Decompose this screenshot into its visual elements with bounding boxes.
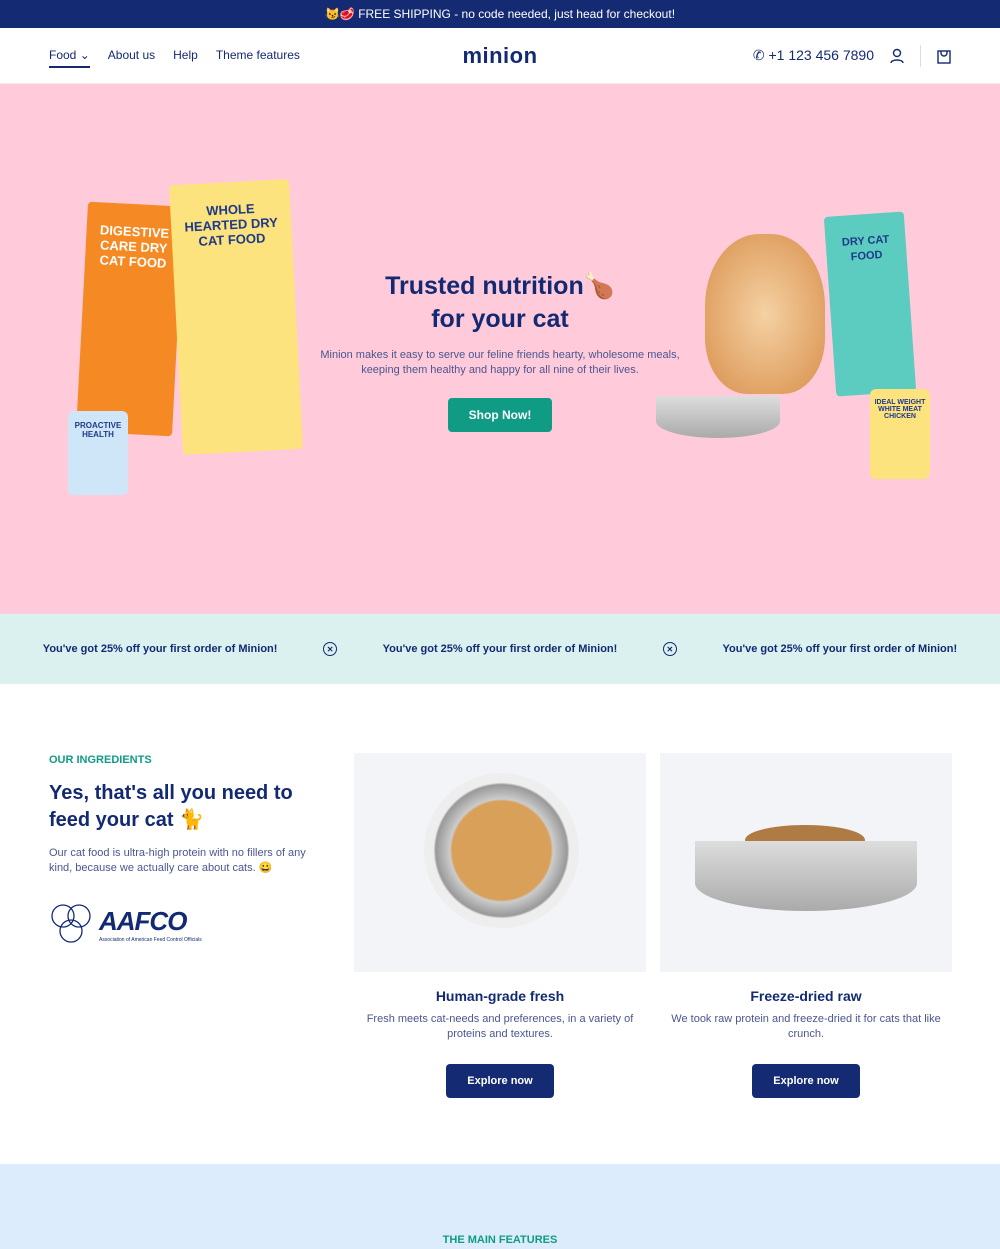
announcement-bar: 😼🥩 FREE SHIPPING - no code needed, just … [0, 0, 1000, 28]
aafco-logo: AAFCO Association of American Feed Contro… [49, 902, 329, 946]
main-nav: Food ⌄ About us Help Theme features [49, 44, 300, 68]
hero-title: Trusted nutrition🍗 for your cat [385, 272, 615, 333]
ingredient-card: Freeze-dried raw We took raw protein and… [660, 753, 952, 1098]
announcement-emoji: 😼🥩 [324, 7, 355, 21]
promo-text: You've got 25% off your first order of M… [722, 643, 958, 655]
phone-link[interactable]: ✆ +1 123 456 7890 [753, 47, 874, 64]
card-title: Human-grade fresh [435, 988, 565, 1004]
card-title: Freeze-dried raw [750, 988, 862, 1004]
divider [920, 44, 921, 67]
nav-help[interactable]: Help [173, 44, 198, 68]
hero-banner: DIGESTIVE CARE DRY CAT FOOD WHOLE HEARTE… [0, 84, 1000, 614]
promo-text: You've got 25% off your first order of M… [42, 643, 278, 655]
site-header: Food ⌄ About us Help Theme features mini… [0, 28, 1000, 84]
features-section: THE MAIN FEATURES [0, 1164, 1000, 1249]
announcement-text: FREE SHIPPING - no code needed, just hea… [358, 7, 676, 21]
hero-subtitle: Minion makes it easy to serve our feline… [320, 349, 680, 376]
product-bag-whole-hearted: WHOLE HEARTED DRY CAT FOOD [169, 179, 303, 455]
star-badge-icon: ✕ [323, 642, 338, 656]
logo[interactable]: minion [462, 43, 537, 69]
cart-icon[interactable] [937, 48, 951, 64]
section-title: Yes, that's all you need to feed your ca… [49, 782, 293, 831]
product-can-ideal-weight: IDEAL WEIGHT WHITE MEAT CHICKEN [870, 389, 930, 479]
card-text: Fresh meets cat-needs and preferences, i… [366, 1013, 634, 1040]
account-icon[interactable] [890, 48, 904, 64]
aafco-emblem-icon [51, 904, 91, 943]
product-can-proactive: PROACTIVE HEALTH [68, 411, 128, 495]
product-bag-digestive: DIGESTIVE CARE DRY CAT FOOD [76, 201, 184, 437]
explore-now-button[interactable]: Explore now [752, 1064, 860, 1098]
fresh-food-image [354, 753, 646, 972]
nav-theme-features[interactable]: Theme features [216, 44, 300, 68]
phone-icon: ✆ [752, 47, 765, 63]
nav-food[interactable]: Food ⌄ [49, 44, 90, 68]
section-eyebrow: OUR INGREDIENTS [49, 754, 152, 766]
ingredients-section: OUR INGREDIENTS Yes, that's all you need… [0, 684, 1000, 1164]
star-badge-icon: ✕ [662, 642, 677, 656]
product-bag-dry-cat: DRY CAT FOOD [823, 211, 917, 397]
freeze-dried-food-image [660, 753, 952, 972]
nav-about[interactable]: About us [108, 44, 155, 68]
cat-image [705, 234, 825, 394]
explore-now-button[interactable]: Explore now [446, 1064, 554, 1098]
ingredient-card: Human-grade fresh Fresh meets cat-needs … [354, 753, 646, 1098]
chevron-down-icon: ⌄ [79, 47, 90, 62]
promo-text: You've got 25% off your first order of M… [382, 643, 618, 655]
promo-marquee: You've got 25% off your first order of M… [0, 614, 1000, 684]
shop-now-button[interactable]: Shop Now! [447, 398, 553, 432]
section-eyebrow: THE MAIN FEATURES [442, 1234, 558, 1246]
card-text: We took raw protein and freeze-dried it … [671, 1013, 941, 1040]
section-text: Our cat food is ultra-high protein with … [49, 847, 306, 874]
